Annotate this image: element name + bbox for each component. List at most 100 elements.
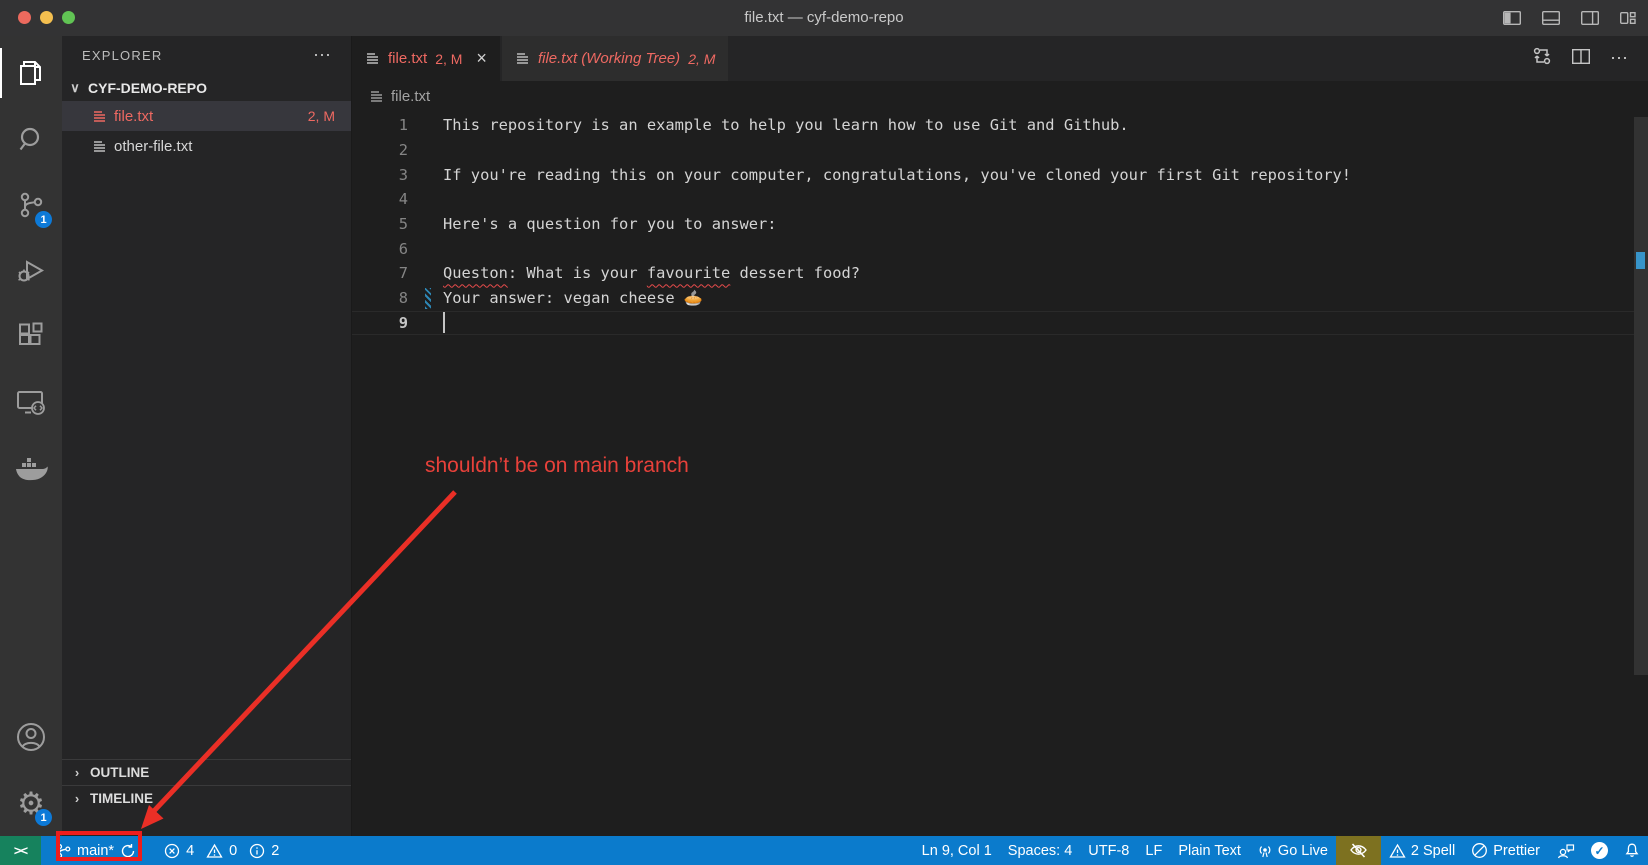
line-number[interactable]: 6 (352, 240, 408, 258)
code-line-5[interactable]: 5Here's a question for you to answer: (352, 212, 1634, 237)
code-line-9[interactable]: 9 (352, 311, 1634, 336)
code-line-6[interactable]: 6 (352, 236, 1634, 261)
code-line-7[interactable]: 7Queston: What is your favourite dessert… (352, 261, 1634, 286)
language-mode-item[interactable]: Plain Text (1170, 836, 1249, 865)
extensions-icon[interactable] (0, 304, 62, 370)
title-bar: file.txt — cyf-demo-repo (0, 0, 1648, 36)
broadcast-icon (1257, 843, 1273, 859)
tab-problems-badge: 2, M (435, 51, 462, 67)
editor-scrollbar[interactable] (1634, 111, 1648, 836)
annotation-text: shouldn’t be on main branch (425, 454, 689, 478)
code-line-4[interactable]: 4 (352, 187, 1634, 212)
tab-label: file.txt (388, 50, 427, 67)
feedback-item[interactable] (1548, 836, 1583, 865)
status-bar: >< main* 4 0 2 Ln 9, Col 1 Spaces: 4 UTF… (0, 836, 1648, 865)
prettier-disabled-icon (1471, 842, 1488, 859)
line-text (408, 312, 445, 333)
tab-bar: file.txt 2, M × file.txt (Working Tree) … (352, 36, 1648, 81)
breadcrumb-file[interactable]: file.txt (391, 88, 430, 105)
info-icon (249, 843, 265, 859)
scrollbar-thumb[interactable] (1634, 117, 1648, 675)
line-number[interactable]: 7 (352, 264, 408, 282)
tab-file-txt[interactable]: file.txt 2, M × (352, 36, 500, 81)
timeline-section-header[interactable]: › TIMELINE (62, 785, 351, 811)
explorer-more-actions-icon[interactable]: ⋯ (313, 45, 333, 66)
line-text: Here's a question for you to answer: (408, 215, 777, 233)
line-text: Your answer: vegan cheese 🥧 (408, 289, 703, 307)
text-cursor (443, 312, 445, 333)
remote-explorer-icon[interactable] (0, 370, 62, 436)
text-file-icon (92, 139, 107, 154)
vscode-window: file.txt — cyf-demo-repo (0, 0, 1648, 865)
overview-ruler-modified-mark (1636, 252, 1645, 269)
editor-more-actions-icon[interactable]: ⋯ (1610, 48, 1630, 69)
go-live-item[interactable]: Go Live (1249, 836, 1336, 865)
line-number[interactable]: 9 (352, 314, 408, 332)
docker-icon[interactable] (0, 436, 62, 502)
close-tab-icon[interactable]: × (476, 48, 487, 69)
line-number[interactable]: 8 (352, 289, 408, 307)
settings-gear-icon[interactable]: ⚙ 1 (0, 770, 62, 836)
line-number[interactable]: 4 (352, 190, 408, 208)
file-row-other-file-txt[interactable]: other-file.txt (62, 131, 351, 161)
workspace-section-header[interactable]: ∨ CYF-DEMO-REPO (62, 74, 351, 101)
info-count: 2 (271, 843, 279, 859)
text-file-icon (92, 109, 107, 124)
customize-layout-icon[interactable] (1620, 11, 1636, 25)
extension-status-item[interactable]: ✓ (1583, 836, 1616, 865)
modified-line-gutter-marker (425, 288, 431, 309)
problems-item[interactable]: 4 0 2 (144, 836, 293, 865)
prettier-item[interactable]: Prettier (1463, 836, 1548, 865)
annotation-rectangle (56, 831, 142, 861)
error-count: 4 (186, 843, 194, 859)
outline-section-header[interactable]: › OUTLINE (62, 759, 351, 785)
search-icon[interactable] (0, 106, 62, 172)
eye-closed-icon (1349, 842, 1368, 859)
code-line-2[interactable]: 2 (352, 138, 1634, 163)
code-line-1[interactable]: 1This repository is an example to help y… (352, 113, 1634, 138)
line-number[interactable]: 3 (352, 166, 408, 184)
open-changes-icon[interactable] (1532, 46, 1552, 71)
line-text: If you're reading this on your computer,… (408, 166, 1351, 184)
chevron-down-icon: ∨ (68, 80, 82, 96)
source-control-badge: 1 (35, 211, 52, 228)
run-debug-icon[interactable] (0, 238, 62, 304)
breadcrumb[interactable]: file.txt (352, 81, 1648, 111)
watcher-disabled-item[interactable] (1336, 836, 1381, 865)
line-number[interactable]: 2 (352, 141, 408, 159)
eol-item[interactable]: LF (1137, 836, 1170, 865)
file-row-file-txt[interactable]: file.txt 2, M (62, 101, 351, 131)
workspace-name: CYF-DEMO-REPO (88, 80, 207, 96)
line-number[interactable]: 1 (352, 116, 408, 134)
spell-checker-item[interactable]: 2 Spell (1381, 836, 1463, 865)
chevron-right-icon: › (70, 765, 84, 780)
warning-icon (1389, 843, 1406, 859)
bell-icon (1624, 842, 1640, 859)
remote-indicator[interactable]: >< (0, 836, 41, 865)
warnings-icon (206, 843, 223, 859)
code-line-8[interactable]: 8Your answer: vegan cheese 🥧 (352, 286, 1634, 311)
tab-file-txt-working-tree[interactable]: file.txt (Working Tree) 2, M (502, 36, 728, 81)
explorer-icon[interactable] (0, 40, 62, 106)
code-line-3[interactable]: 3If you're reading this on your computer… (352, 162, 1634, 187)
notifications-item[interactable] (1616, 836, 1648, 865)
file-name: other-file.txt (114, 138, 192, 155)
text-file-icon (369, 89, 384, 104)
explorer-sidebar: EXPLORER ⋯ ∨ CYF-DEMO-REPO file.txt 2, M… (62, 36, 352, 836)
cursor-position-item[interactable]: Ln 9, Col 1 (914, 836, 1000, 865)
encoding-item[interactable]: UTF-8 (1080, 836, 1137, 865)
timeline-label: TIMELINE (90, 791, 153, 806)
toggle-panel-icon[interactable] (1542, 11, 1560, 25)
split-editor-icon[interactable] (1572, 49, 1590, 69)
toggle-primary-sidebar-icon[interactable] (1503, 11, 1521, 25)
source-control-icon[interactable]: 1 (0, 172, 62, 238)
sidebar-title: EXPLORER (82, 48, 162, 63)
toggle-secondary-sidebar-icon[interactable] (1581, 11, 1599, 25)
accounts-icon[interactable] (0, 704, 62, 770)
indentation-item[interactable]: Spaces: 4 (1000, 836, 1081, 865)
file-problems-badge: 2, M (308, 108, 335, 124)
warning-count: 0 (229, 843, 237, 859)
line-number[interactable]: 5 (352, 215, 408, 233)
outline-label: OUTLINE (90, 765, 149, 780)
chevron-right-icon: › (70, 791, 84, 806)
